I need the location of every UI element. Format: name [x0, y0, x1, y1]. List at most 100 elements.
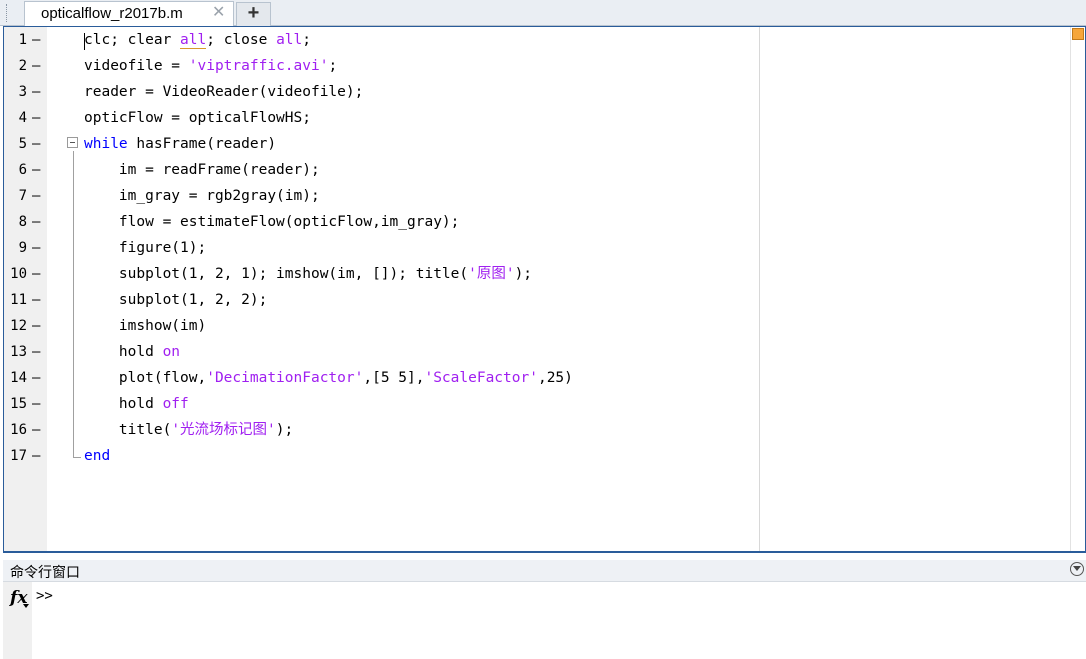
code-token: '原图'	[468, 266, 515, 282]
code-token: hold	[84, 344, 163, 360]
breakpoint-marker[interactable]: —	[32, 391, 44, 417]
line-number: 3	[18, 84, 27, 100]
code-text: title('光流场标记图');	[84, 417, 293, 443]
warning-indicator-icon[interactable]	[1072, 28, 1084, 40]
line-number: 11	[10, 292, 27, 308]
code-line[interactable]: 8 — flow = estimateFlow(opticFlow,im_gray…	[4, 209, 1004, 235]
code-token: im_gray = rgb2gray(im);	[84, 188, 320, 204]
code-line[interactable]: 6 — im = readFrame(reader);	[4, 157, 1004, 183]
breakpoint-marker[interactable]: —	[32, 209, 44, 235]
line-number: 7	[18, 188, 27, 204]
code-text: opticFlow = opticalFlowHS;	[84, 105, 311, 131]
code-token: all	[276, 32, 303, 48]
breakpoint-marker[interactable]: —	[32, 79, 44, 105]
fold-guide	[73, 151, 74, 458]
code-token: ;	[328, 58, 338, 74]
code-text: plot(flow,'DecimationFactor',[5 5],'Scal…	[84, 365, 573, 391]
breakpoint-marker[interactable]: —	[32, 261, 44, 287]
code-text: flow = estimateFlow(opticFlow,im_gray);	[84, 209, 459, 235]
code-token: hasFrame(reader)	[127, 136, 277, 152]
breakpoint-marker[interactable]: —	[32, 27, 44, 53]
code-token: '光流场标记图'	[171, 422, 276, 438]
breakpoint-marker[interactable]: —	[32, 131, 44, 157]
code-line[interactable]: 17 — end	[4, 443, 1004, 469]
command-window-header: 命令行窗口	[3, 560, 1086, 582]
code-text: end	[84, 443, 110, 469]
code-token: im = readFrame(reader);	[84, 162, 320, 178]
close-icon[interactable]: ✕	[212, 4, 225, 22]
code-token: ;	[302, 32, 312, 48]
code-text: hold off	[84, 391, 189, 417]
line-number: 6	[18, 162, 27, 178]
code-editor[interactable]: 1 — clc; clear all; close all; 2 — videofile …	[3, 26, 1086, 553]
panel-actions-icon[interactable]	[1070, 562, 1084, 576]
code-token: hold	[84, 396, 163, 412]
code-token: 'viptraffic.avi'	[188, 58, 329, 74]
code-token: videofile =	[84, 58, 189, 74]
code-line[interactable]: 1 — clc; clear all; close all;	[4, 27, 1004, 53]
breakpoint-marker[interactable]: —	[32, 235, 44, 261]
line-number: 13	[10, 344, 27, 360]
code-line[interactable]: 12 — imshow(im)	[4, 313, 1004, 339]
line-number: 5	[18, 136, 27, 152]
code-token: title(	[84, 422, 172, 438]
command-window-title: 命令行窗口	[10, 564, 80, 580]
code-token: ; close	[206, 32, 277, 48]
breakpoint-marker[interactable]: —	[32, 443, 44, 469]
code-text: im = readFrame(reader);	[84, 157, 320, 183]
code-token: ,25)	[537, 370, 573, 386]
code-token: 'ScaleFactor'	[424, 370, 538, 386]
editor-tab-bar: opticalflow_r2017b.m ✕ +	[0, 0, 1086, 26]
breakpoint-marker[interactable]: —	[32, 365, 44, 391]
code-text: clc; clear all; close all;	[84, 27, 311, 53]
code-text: im_gray = rgb2gray(im);	[84, 183, 320, 209]
right-margin-guide	[759, 27, 760, 551]
code-line[interactable]: 2 — videofile = 'viptraffic.avi';	[4, 53, 1004, 79]
code-line[interactable]: 5 — while hasFrame(reader)	[4, 131, 1004, 157]
code-text: while hasFrame(reader)	[84, 131, 276, 157]
fold-toggle-icon[interactable]	[67, 137, 78, 148]
code-line[interactable]: 3 — reader = VideoReader(videofile);	[4, 79, 1004, 105]
command-window[interactable]: fx >>	[3, 582, 1086, 659]
line-number: 15	[10, 396, 27, 412]
command-window-gutter: fx	[3, 582, 32, 659]
text-cursor	[84, 33, 85, 50]
code-line[interactable]: 16 — title('光流场标记图');	[4, 417, 1004, 443]
code-token: subplot(1, 2, 1); imshow(im, []); title(	[84, 266, 469, 282]
code-token: );	[514, 266, 533, 282]
breakpoint-marker[interactable]: —	[32, 105, 44, 131]
code-text: figure(1);	[84, 235, 206, 261]
code-text: imshow(im)	[84, 313, 206, 339]
breakpoint-marker[interactable]: —	[32, 183, 44, 209]
tab-bar-grip[interactable]	[6, 4, 11, 22]
line-number: 2	[18, 58, 27, 74]
line-number: 17	[10, 448, 27, 464]
line-number: 1	[18, 32, 27, 48]
code-line[interactable]: 7 — im_gray = rgb2gray(im);	[4, 183, 1004, 209]
add-tab-button[interactable]: +	[236, 2, 271, 26]
code-text: videofile = 'viptraffic.avi';	[84, 53, 337, 79]
code-line[interactable]: 4 — opticFlow = opticalFlowHS;	[4, 105, 1004, 131]
code-line[interactable]: 10 — subplot(1, 2, 1); imshow(im, []); ti…	[4, 261, 1004, 287]
fold-guide-end	[73, 457, 81, 458]
tab-opticalflow-file[interactable]: opticalflow_r2017b.m ✕	[24, 1, 234, 26]
code-token: while	[84, 136, 128, 152]
breakpoint-marker[interactable]: —	[32, 417, 44, 443]
code-line[interactable]: 15 — hold off	[4, 391, 1004, 417]
command-prompt: >>	[36, 588, 53, 604]
breakpoint-marker[interactable]: —	[32, 53, 44, 79]
code-token: end	[84, 448, 111, 464]
vertical-scrollbar[interactable]	[1070, 27, 1085, 551]
code-line[interactable]: 14 — plot(flow,'DecimationFactor',[5 5],'…	[4, 365, 1004, 391]
breakpoint-marker[interactable]: —	[32, 287, 44, 313]
code-token: imshow(im)	[84, 318, 207, 334]
breakpoint-marker[interactable]: —	[32, 313, 44, 339]
code-line[interactable]: 11 — subplot(1, 2, 2);	[4, 287, 1004, 313]
breakpoint-marker[interactable]: —	[32, 339, 44, 365]
code-line[interactable]: 9 — figure(1);	[4, 235, 1004, 261]
code-token: clc; clear	[84, 32, 181, 48]
code-text: hold on	[84, 339, 180, 365]
code-line[interactable]: 13 — hold on	[4, 339, 1004, 365]
code-token: off	[162, 396, 189, 412]
breakpoint-marker[interactable]: —	[32, 157, 44, 183]
